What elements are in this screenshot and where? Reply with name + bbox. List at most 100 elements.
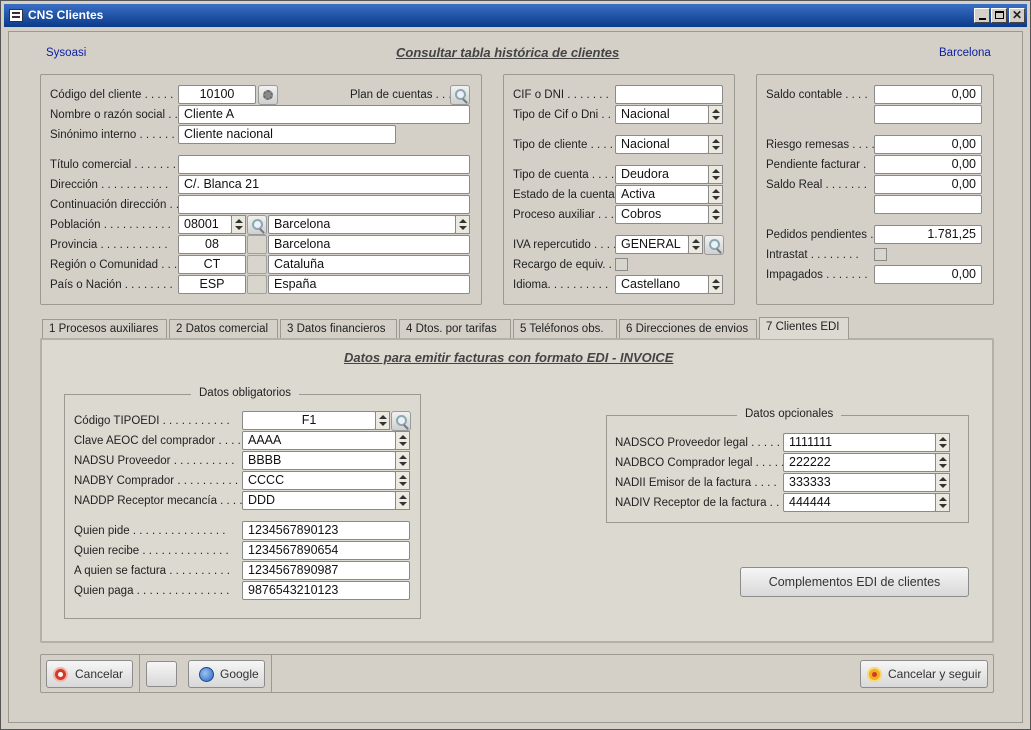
poblacion-spinner[interactable] <box>455 215 470 234</box>
tipoedi-search-button[interactable] <box>391 411 411 431</box>
tipoedi-field[interactable]: F1 <box>242 411 376 430</box>
continuacion-field[interactable] <box>178 195 470 214</box>
maximize-button[interactable] <box>991 8 1007 23</box>
poblacion-label: Población . . . . . . . . . . . <box>50 219 171 231</box>
poblacion-cp-spinner[interactable] <box>231 215 246 234</box>
aeoc-spinner[interactable] <box>395 431 410 450</box>
sinonimo-field[interactable]: Cliente nacional <box>178 125 396 144</box>
tab-dtos-tarifas[interactable]: 4 Dtos. por tarifas <box>399 319 511 338</box>
pedidos-label: Pedidos pendientes . <box>766 229 874 241</box>
gear-icon <box>263 90 273 100</box>
region-browse-button[interactable] <box>247 255 267 274</box>
plan-cuentas-label: Plan de cuentas . . . <box>350 89 452 101</box>
iva-spinner[interactable] <box>688 235 703 254</box>
app-icon <box>9 9 23 22</box>
quien-pide-field[interactable]: 1234567890123 <box>242 521 410 540</box>
iva-search-button[interactable] <box>704 235 724 255</box>
pedidos-field: 1.781,25 <box>874 225 982 244</box>
quien-recibe-label: Quien recibe . . . . . . . . . . . . . . <box>74 545 229 557</box>
blank-button[interactable] <box>146 661 177 687</box>
provincia-label: Provincia . . . . . . . . . . . <box>50 239 168 251</box>
proceso-spinner[interactable] <box>708 205 723 224</box>
tab-direcciones-envios[interactable]: 6 Direcciones de envios <box>619 319 757 338</box>
idioma-field[interactable]: Castellano <box>615 275 709 294</box>
cancelar-seguir-button[interactable]: Cancelar y seguir <box>860 660 988 688</box>
tab-datos-comercial[interactable]: 2 Datos comercial <box>169 319 278 338</box>
nadby-field[interactable]: CCCC <box>242 471 396 490</box>
tab-datos-financieros[interactable]: 3 Datos financieros <box>280 319 397 338</box>
tipo-cuenta-spinner[interactable] <box>708 165 723 184</box>
idioma-spinner[interactable] <box>708 275 723 294</box>
pais-field[interactable]: España <box>268 275 470 294</box>
tipo-cliente-field[interactable]: Nacional <box>615 135 709 154</box>
location-name: Barcelona <box>939 47 991 59</box>
titulo-label: Título comercial . . . . . . . <box>50 159 176 171</box>
titulo-field[interactable] <box>178 155 470 174</box>
pais-browse-button[interactable] <box>247 275 267 294</box>
tab-clientes-edi[interactable]: 7 Clientes EDI <box>759 317 849 339</box>
tab-procesos-auxiliares[interactable]: 1 Procesos auxiliares <box>42 319 167 338</box>
pendiente-label: Pendiente facturar . <box>766 159 867 171</box>
proceso-field[interactable]: Cobros <box>615 205 709 224</box>
quien-pide-label: Quien pide . . . . . . . . . . . . . . . <box>74 525 226 537</box>
poblacion-search-button[interactable] <box>247 215 267 235</box>
globe-icon <box>199 667 214 682</box>
codigo-field[interactable]: 10100 <box>178 85 256 104</box>
naddp-spinner[interactable] <box>395 491 410 510</box>
cif-field[interactable] <box>615 85 723 104</box>
nadsco-spinner[interactable] <box>935 433 950 452</box>
nadiv-label: NADIV Receptor de la factura . . <box>615 497 780 509</box>
nombre-label: Nombre o razón social . . <box>50 109 178 121</box>
quien-paga-field[interactable]: 9876543210123 <box>242 581 410 600</box>
complementos-edi-button[interactable]: Complementos EDI de clientes <box>740 567 969 597</box>
provincia-browse-button[interactable] <box>247 235 267 254</box>
cancelar-button[interactable]: Cancelar <box>46 660 133 688</box>
tipo-cif-spinner[interactable] <box>708 105 723 124</box>
region-code-field[interactable]: CT <box>178 255 246 274</box>
provincia-field[interactable]: Barcelona <box>268 235 470 254</box>
nadii-field[interactable]: 333333 <box>783 473 936 492</box>
nadii-spinner[interactable] <box>935 473 950 492</box>
naddp-label: NADDP Receptor mecancía . . . . <box>74 495 243 507</box>
continue-icon <box>867 667 882 682</box>
intrastat-checkbox[interactable] <box>874 248 887 261</box>
iva-field[interactable]: GENERAL <box>615 235 689 254</box>
a-quien-factura-field[interactable]: 1234567890987 <box>242 561 410 580</box>
poblacion-field[interactable]: Barcelona <box>268 215 456 234</box>
poblacion-cp-field[interactable]: 08001 <box>178 215 232 234</box>
tipoedi-spinner[interactable] <box>375 411 390 430</box>
google-button[interactable]: Google <box>188 660 265 688</box>
nadby-spinner[interactable] <box>395 471 410 490</box>
nadiv-spinner[interactable] <box>935 493 950 512</box>
estado-field[interactable]: Activa <box>615 185 709 204</box>
minimize-button[interactable] <box>974 8 990 23</box>
page-title: Consultar tabla histórica de clientes <box>396 45 620 60</box>
iva-label: IVA repercutido . . . . <box>513 239 617 251</box>
nadsco-field[interactable]: 1111111 <box>783 433 936 452</box>
estado-spinner[interactable] <box>708 185 723 204</box>
pais-code-field[interactable]: ESP <box>178 275 246 294</box>
nadbco-spinner[interactable] <box>935 453 950 472</box>
nadsu-field[interactable]: BBBB <box>242 451 396 470</box>
recargo-checkbox[interactable] <box>615 258 628 271</box>
direccion-field[interactable]: C/. Blanca 21 <box>178 175 470 194</box>
nombre-field[interactable]: Cliente A <box>178 105 470 124</box>
quien-recibe-field[interactable]: 1234567890654 <box>242 541 410 560</box>
tipo-cuenta-label: Tipo de cuenta . . . . <box>513 169 615 181</box>
provincia-code-field[interactable]: 08 <box>178 235 246 254</box>
tipo-cuenta-field[interactable]: Deudora <box>615 165 709 184</box>
saldo-contable-field: 0,00 <box>874 85 982 104</box>
close-button[interactable]: ✕ <box>1009 8 1025 23</box>
nadiv-field[interactable]: 444444 <box>783 493 936 512</box>
nadbco-field[interactable]: 222222 <box>783 453 936 472</box>
codigo-browse-button[interactable] <box>258 85 278 105</box>
nadsu-spinner[interactable] <box>395 451 410 470</box>
aeoc-field[interactable]: AAAA <box>242 431 396 450</box>
tab-telefonos-obs[interactable]: 5 Teléfonos obs. <box>513 319 617 338</box>
tipo-cif-field[interactable]: Nacional <box>615 105 709 124</box>
tipo-cliente-spinner[interactable] <box>708 135 723 154</box>
plan-cuentas-search-button[interactable] <box>450 85 470 105</box>
codigo-label: Código del cliente . . . . . <box>50 89 174 101</box>
region-field[interactable]: Cataluña <box>268 255 470 274</box>
naddp-field[interactable]: DDD <box>242 491 396 510</box>
